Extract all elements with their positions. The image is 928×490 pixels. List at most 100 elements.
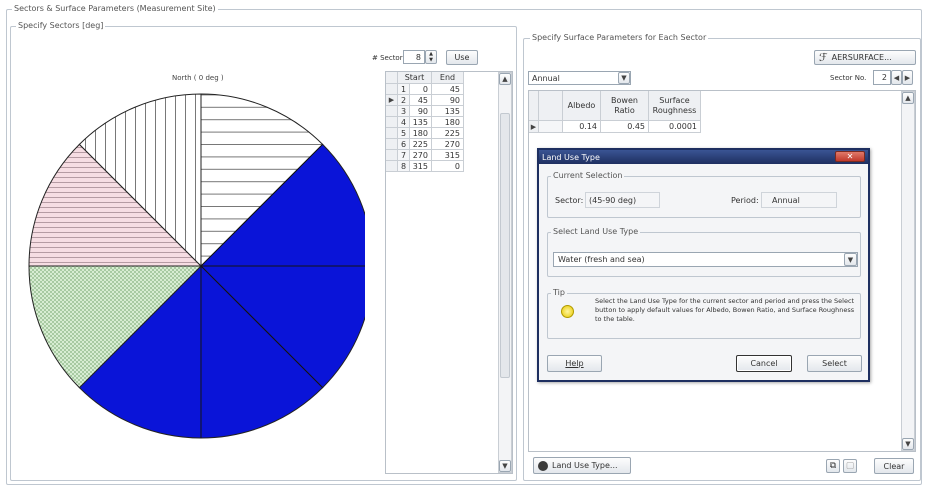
table-corner: [386, 72, 398, 84]
aersurface-icon: ℱ: [819, 51, 828, 64]
copy-icon[interactable]: ⧉: [826, 459, 840, 473]
scroll-up-icon[interactable]: ▲: [902, 92, 914, 104]
row-indicator[interactable]: [386, 161, 398, 172]
scroll-down-icon[interactable]: ▼: [902, 438, 914, 450]
globe-icon: [538, 460, 548, 471]
lightbulb-icon: [561, 305, 574, 318]
scroll-up-icon[interactable]: ▲: [499, 73, 511, 85]
table-cell-end[interactable]: 0: [432, 161, 464, 172]
current-row-arrow-icon[interactable]: ▶: [386, 95, 398, 106]
sector-pie-chart[interactable]: [25, 82, 365, 442]
aersurface-button[interactable]: ℱ AERSURFACE...: [814, 50, 916, 65]
sector-prev-icon[interactable]: ◀: [891, 70, 902, 85]
sector-no-input[interactable]: 2: [873, 70, 891, 85]
period-label: Period:: [731, 196, 759, 205]
grid-row-header: [539, 121, 563, 133]
current-selection-title: Current Selection: [551, 171, 625, 180]
land-use-dropdown-value: Water (fresh and sea): [558, 255, 645, 264]
table-cell-end[interactable]: 135: [432, 106, 464, 117]
table-cell-end[interactable]: 90: [432, 95, 464, 106]
clear-button[interactable]: Clear: [874, 458, 914, 474]
grid-corner: [529, 91, 539, 121]
sectors-table: Start End 1 0 45 ▶ 2 45 90 3 90 135 4 13…: [385, 71, 513, 474]
table-cell-start[interactable]: 225: [410, 139, 432, 150]
chevron-down-icon[interactable]: ▼: [844, 253, 857, 266]
select-land-use-title: Select Land Use Type: [551, 227, 641, 236]
table-cell-end[interactable]: 270: [432, 139, 464, 150]
sector-label: Sector:: [555, 196, 584, 205]
aersurface-button-label: AERSURFACE...: [831, 53, 892, 62]
table-cell-start[interactable]: 0: [410, 84, 432, 95]
sectors-count-value: 8: [415, 52, 421, 62]
cancel-button[interactable]: Cancel: [736, 355, 792, 372]
spin-down-icon[interactable]: ▼: [429, 57, 433, 63]
table-cell-start[interactable]: 270: [410, 150, 432, 161]
row-indicator[interactable]: [386, 139, 398, 150]
grid-scrollbar[interactable]: ▲ ▼: [901, 91, 915, 451]
use-button[interactable]: Use: [446, 50, 478, 65]
sectors-count-label: # Sectors: [372, 54, 407, 62]
pie-north-label: North ( 0 deg ): [172, 74, 224, 82]
land-use-dropdown[interactable]: Water (fresh and sea) ▼: [553, 252, 858, 267]
outer-groupbox-title: Sectors & Surface Parameters (Measuremen…: [12, 4, 218, 13]
sectors-table-body: Start End 1 0 45 ▶ 2 45 90 3 90 135 4 13…: [386, 72, 498, 473]
table-cell-end[interactable]: 45: [432, 84, 464, 95]
sectors-count-input[interactable]: 8: [403, 50, 425, 64]
table-row-num: 7: [398, 150, 410, 161]
sector-no-label: Sector No.: [830, 74, 867, 82]
period-select-value: Annual: [532, 73, 560, 83]
table-row-num: 2: [398, 95, 410, 106]
land-use-type-button[interactable]: Land Use Type...: [533, 457, 631, 474]
help-button[interactable]: Help: [547, 355, 602, 372]
period-select[interactable]: Annual ▼: [528, 71, 631, 85]
period-readout: Annual: [761, 192, 837, 208]
grid-cell-albedo[interactable]: 0.14: [563, 121, 601, 133]
sectors-table-scrollbar[interactable]: ▲ ▼: [498, 72, 512, 473]
grid-header-bowen: Bowen Ratio: [601, 91, 649, 121]
tip-text: Select the Land Use Type for the current…: [595, 297, 855, 323]
table-cell-end[interactable]: 315: [432, 150, 464, 161]
table-cell-start[interactable]: 45: [410, 95, 432, 106]
table-row-num: 6: [398, 139, 410, 150]
grid-header-roughness: Surface Roughness: [649, 91, 701, 121]
scroll-down-icon[interactable]: ▼: [499, 460, 511, 472]
scroll-thumb[interactable]: [500, 113, 510, 378]
table-row-num: 8: [398, 161, 410, 172]
grid-corner-2: [539, 91, 563, 121]
dialog-titlebar[interactable]: Land Use Type: [539, 150, 868, 164]
table-cell-start[interactable]: 90: [410, 106, 432, 117]
table-row-num: 4: [398, 117, 410, 128]
dialog-title: Land Use Type: [542, 152, 600, 162]
surface-params-groupbox-title: Specify Surface Parameters for Each Sect…: [530, 33, 709, 42]
grid-header-albedo: Albedo: [563, 91, 601, 121]
table-row-num: 1: [398, 84, 410, 95]
sector-next-icon[interactable]: ▶: [902, 70, 913, 85]
tip-title: Tip: [551, 288, 567, 297]
dialog-close-button[interactable]: ✕: [835, 151, 865, 162]
grid-cell-bowen[interactable]: 0.45: [601, 121, 649, 133]
row-indicator[interactable]: [386, 106, 398, 117]
chevron-down-icon[interactable]: ▼: [618, 72, 630, 84]
row-indicator[interactable]: [386, 84, 398, 95]
table-cell-end[interactable]: 180: [432, 117, 464, 128]
current-row-arrow-icon[interactable]: ▶: [529, 121, 539, 133]
row-indicator[interactable]: [386, 150, 398, 161]
land-use-type-dialog: Land Use Type ✕ Current Selection Sector…: [537, 148, 870, 382]
sector-no-value: 2: [881, 73, 887, 82]
table-cell-start[interactable]: 135: [410, 117, 432, 128]
land-use-type-button-label: Land Use Type...: [552, 461, 618, 470]
table-header-end: End: [432, 72, 464, 84]
sectors-count-spinner[interactable]: ▲ ▼: [425, 50, 437, 64]
table-row-num: 5: [398, 128, 410, 139]
table-row-num: 3: [398, 106, 410, 117]
table-cell-end[interactable]: 225: [432, 128, 464, 139]
table-cell-start[interactable]: 315: [410, 161, 432, 172]
row-indicator[interactable]: [386, 128, 398, 139]
sectors-groupbox-title: Specify Sectors [deg]: [16, 21, 106, 30]
row-indicator[interactable]: [386, 117, 398, 128]
table-cell-start[interactable]: 180: [410, 128, 432, 139]
close-icon: ✕: [846, 152, 854, 161]
paste-icon[interactable]: ▢: [843, 459, 857, 473]
select-button[interactable]: Select: [807, 355, 862, 372]
grid-cell-roughness[interactable]: 0.0001: [649, 121, 701, 133]
